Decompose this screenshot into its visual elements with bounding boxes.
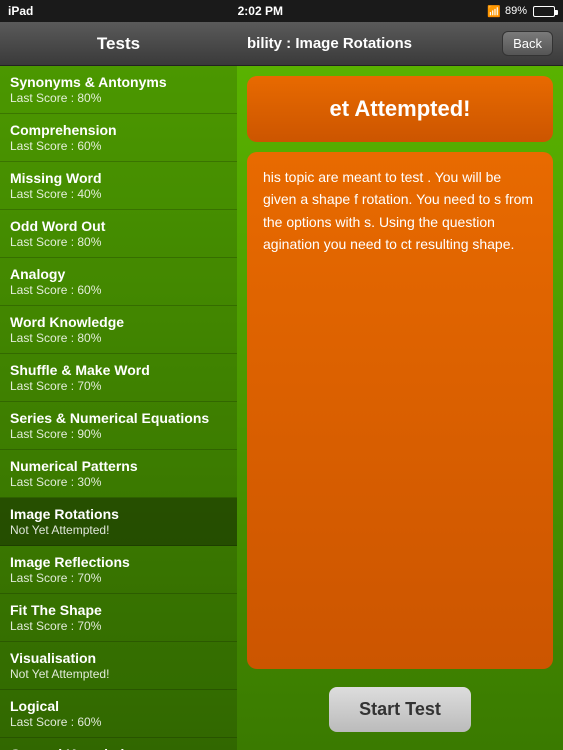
list-item-sub: Not Yet Attempted!: [10, 667, 227, 681]
content-area: et Attempted! his topic are meant to tes…: [237, 66, 563, 750]
not-attempted-banner: et Attempted!: [247, 76, 553, 142]
list-item-sub: Last Score : 70%: [10, 619, 227, 633]
list-item-title: Image Rotations: [10, 506, 227, 522]
nav-left-title: Tests: [97, 34, 140, 54]
list-item[interactable]: ComprehensionLast Score : 60%: [0, 114, 237, 162]
list-item-sub: Last Score : 90%: [10, 427, 227, 441]
list-item-sub: Last Score : 60%: [10, 283, 227, 297]
nav-right-title: bility : Image Rotations: [247, 35, 412, 52]
back-button[interactable]: Back: [502, 31, 553, 56]
nav-right: bility : Image Rotations Back: [237, 31, 563, 56]
list-item-sub: Last Score : 30%: [10, 475, 227, 489]
list-item-sub: Last Score : 80%: [10, 235, 227, 249]
list-item[interactable]: Synonyms & AntonymsLast Score : 80%: [0, 66, 237, 114]
list-item-title: Logical: [10, 698, 227, 714]
list-item-title: Numerical Patterns: [10, 458, 227, 474]
list-item[interactable]: Image RotationsNot Yet Attempted!: [0, 498, 237, 546]
list-item-title: Odd Word Out: [10, 218, 227, 234]
list-item-sub: Last Score : 60%: [10, 715, 227, 729]
list-item-title: Analogy: [10, 266, 227, 282]
list-item[interactable]: Word KnowledgeLast Score : 80%: [0, 306, 237, 354]
list-item-title: Word Knowledge: [10, 314, 227, 330]
main-container: Synonyms & AntonymsLast Score : 80%Compr…: [0, 66, 563, 750]
list-item[interactable]: Missing WordLast Score : 40%: [0, 162, 237, 210]
description-box: his topic are meant to test . You will b…: [247, 152, 553, 669]
sidebar[interactable]: Synonyms & AntonymsLast Score : 80%Compr…: [0, 66, 237, 750]
device-label: iPad: [8, 4, 33, 18]
banner-text: et Attempted!: [330, 96, 471, 122]
nav-left: Tests: [0, 34, 237, 54]
battery-label: 89%: [505, 5, 527, 17]
list-item[interactable]: Series & Numerical EquationsLast Score :…: [0, 402, 237, 450]
list-item[interactable]: General KnowledgeNot Yet Attempted!: [0, 738, 237, 750]
list-item[interactable]: Shuffle & Make WordLast Score : 70%: [0, 354, 237, 402]
status-right: 📶 89%: [487, 5, 555, 18]
list-item-title: Missing Word: [10, 170, 227, 186]
list-item-title: Fit The Shape: [10, 602, 227, 618]
list-item-title: Comprehension: [10, 122, 227, 138]
list-item-sub: Last Score : 40%: [10, 187, 227, 201]
list-item[interactable]: Numerical PatternsLast Score : 30%: [0, 450, 237, 498]
list-item-title: Visualisation: [10, 650, 227, 666]
list-item-title: Series & Numerical Equations: [10, 410, 227, 426]
list-item-sub: Last Score : 70%: [10, 379, 227, 393]
list-item-sub: Last Score : 80%: [10, 331, 227, 345]
list-item-sub: Last Score : 70%: [10, 571, 227, 585]
nav-bar: Tests bility : Image Rotations Back: [0, 22, 563, 66]
list-item[interactable]: LogicalLast Score : 60%: [0, 690, 237, 738]
list-item[interactable]: Odd Word OutLast Score : 80%: [0, 210, 237, 258]
list-item[interactable]: AnalogyLast Score : 60%: [0, 258, 237, 306]
time-label: 2:02 PM: [238, 4, 283, 18]
list-item-title: General Knowledge: [10, 746, 227, 750]
list-item-sub: Last Score : 80%: [10, 91, 227, 105]
wifi-icon: 📶: [487, 5, 501, 18]
list-item-title: Shuffle & Make Word: [10, 362, 227, 378]
bottom-section: Start Test: [247, 679, 553, 740]
list-item[interactable]: Image ReflectionsLast Score : 70%: [0, 546, 237, 594]
status-bar: iPad 2:02 PM 📶 89%: [0, 0, 563, 22]
list-item-sub: Not Yet Attempted!: [10, 523, 227, 537]
list-item-sub: Last Score : 60%: [10, 139, 227, 153]
description-text: his topic are meant to test . You will b…: [263, 169, 533, 252]
start-test-button[interactable]: Start Test: [329, 687, 471, 732]
list-item[interactable]: Fit The ShapeLast Score : 70%: [0, 594, 237, 642]
list-item-title: Synonyms & Antonyms: [10, 74, 227, 90]
list-item-title: Image Reflections: [10, 554, 227, 570]
battery-icon: [533, 6, 555, 17]
list-item[interactable]: VisualisationNot Yet Attempted!: [0, 642, 237, 690]
